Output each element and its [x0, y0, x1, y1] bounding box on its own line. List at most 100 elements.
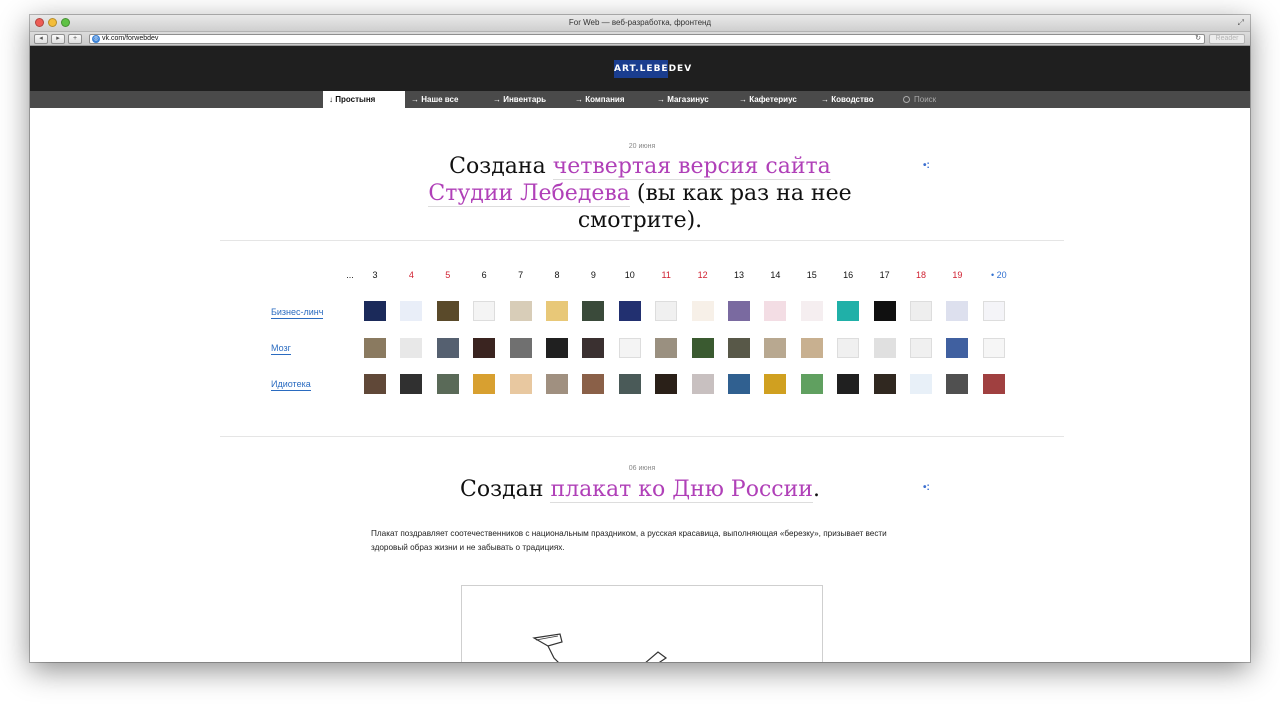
menu-item-prostynya[interactable]: ↓ Простыня: [323, 91, 405, 108]
thumbnail[interactable]: [509, 338, 532, 358]
row-label-idioteka[interactable]: Идиотека: [271, 379, 311, 391]
poster-image[interactable]: [461, 585, 823, 662]
poster-illustration: [532, 633, 668, 662]
thumbnail[interactable]: [655, 338, 678, 358]
thumbnail[interactable]: [473, 374, 496, 394]
calendar-day[interactable]: 4: [401, 270, 421, 280]
thumbnail[interactable]: [582, 338, 605, 358]
calendar-day[interactable]: 5: [438, 270, 458, 280]
address-bar[interactable]: ◎ vk.com/forwebdev ↻: [89, 34, 1205, 44]
menu-item-nashe-vse[interactable]: → Наше все: [405, 91, 487, 108]
fullscreen-icon[interactable]: ⤢: [1238, 18, 1244, 28]
row-label-mozg[interactable]: Мозг: [271, 343, 291, 355]
thumbnail[interactable]: [436, 338, 459, 358]
thumbnail[interactable]: [400, 338, 423, 358]
row-label-business-lunch[interactable]: Бизнес-линч: [271, 307, 324, 319]
thumbnail[interactable]: [509, 301, 532, 321]
calendar-day[interactable]: 15: [802, 270, 822, 280]
thumbnail[interactable]: [655, 374, 678, 394]
thumbnail[interactable]: [910, 301, 932, 321]
thumbnail[interactable]: [364, 301, 386, 321]
thumbnail[interactable]: [618, 338, 641, 358]
add-bookmark-button[interactable]: +: [68, 34, 82, 44]
calendar-day[interactable]: 11: [656, 270, 676, 280]
thumbnail[interactable]: [837, 374, 860, 394]
search-field[interactable]: Поиск: [903, 91, 936, 108]
calendar-day[interactable]: 13: [729, 270, 749, 280]
thumbnail[interactable]: [618, 374, 641, 394]
headline-prefix: Создан: [460, 477, 551, 502]
thumbnail[interactable]: [509, 374, 532, 394]
headline-link[interactable]: плакат ко Дню России: [550, 477, 813, 503]
site-logo[interactable]: ART.LEBEDEV: [614, 60, 691, 78]
forward-button[interactable]: ▸: [51, 34, 65, 44]
calendar-day[interactable]: 12: [693, 270, 713, 280]
thumbnail[interactable]: [655, 301, 678, 321]
thumbnail[interactable]: [728, 338, 750, 358]
calendar-ellipsis[interactable]: ...: [340, 270, 360, 280]
calendar-day[interactable]: 16: [838, 270, 858, 280]
thumbnail[interactable]: [728, 374, 750, 394]
thumbnail[interactable]: [546, 374, 568, 394]
thumbnail[interactable]: [800, 374, 823, 394]
calendar-day[interactable]: 9: [583, 270, 603, 280]
divider: [220, 240, 1064, 241]
calendar-day[interactable]: 10: [620, 270, 640, 280]
thumbnail[interactable]: [946, 301, 969, 321]
thumbnail[interactable]: [800, 338, 823, 358]
menu-item-magazinus[interactable]: → Магазинус: [651, 91, 733, 108]
menu-item-kovodstvo[interactable]: → Ководство: [815, 91, 897, 108]
thumbnail[interactable]: [691, 338, 714, 358]
thumbnail[interactable]: [582, 301, 605, 321]
thumbnail[interactable]: [764, 374, 787, 394]
thumbnail[interactable]: [618, 301, 641, 321]
calendar-day[interactable]: 8: [547, 270, 567, 280]
calendar-day[interactable]: 7: [511, 270, 531, 280]
reader-button[interactable]: Reader: [1209, 34, 1245, 44]
thumbnail[interactable]: [837, 338, 860, 358]
thumbnail[interactable]: [473, 338, 496, 358]
calendar-day[interactable]: 19: [947, 270, 967, 280]
calendar-day[interactable]: 6: [474, 270, 494, 280]
thumbnail[interactable]: [436, 374, 459, 394]
calendar-day[interactable]: 17: [875, 270, 895, 280]
thumbnail[interactable]: [691, 301, 714, 321]
thumbnail[interactable]: [910, 338, 932, 358]
calendar-day[interactable]: 14: [765, 270, 785, 280]
thumbnail[interactable]: [910, 374, 932, 394]
menu-item-kompaniya[interactable]: → Компания: [569, 91, 651, 108]
thumbnail[interactable]: [982, 374, 1005, 394]
thumbnail[interactable]: [473, 301, 496, 321]
thumbnail[interactable]: [364, 338, 386, 358]
thumbnail[interactable]: [946, 338, 969, 358]
thumbnail[interactable]: [400, 301, 423, 321]
calendar-day[interactable]: • 20: [984, 270, 1014, 280]
thumbnail[interactable]: [400, 374, 423, 394]
back-button[interactable]: ◂: [34, 34, 48, 44]
thumbnail[interactable]: [873, 338, 896, 358]
share-icon[interactable]: •:: [923, 482, 930, 493]
menu-item-kafeterius[interactable]: → Кафетериус: [733, 91, 815, 108]
thumbnail[interactable]: [546, 338, 568, 358]
thumbnail[interactable]: [873, 374, 896, 394]
thumbnail[interactable]: [764, 301, 787, 321]
thumbnail[interactable]: [728, 301, 750, 321]
menu-item-inventar[interactable]: → Инвентарь: [487, 91, 569, 108]
thumbnail[interactable]: [800, 301, 823, 321]
share-icon[interactable]: •:: [923, 160, 930, 171]
thumbnail[interactable]: [582, 374, 605, 394]
thumbnail[interactable]: [982, 301, 1005, 321]
thumbnail[interactable]: [946, 374, 969, 394]
title-bar: For Web — веб-разработка, фронтенд ⤢: [30, 15, 1250, 32]
thumbnail[interactable]: [436, 301, 459, 321]
thumbnail[interactable]: [364, 374, 386, 394]
thumbnail[interactable]: [982, 338, 1005, 358]
reload-icon[interactable]: ↻: [1195, 35, 1201, 43]
calendar-day[interactable]: 18: [911, 270, 931, 280]
thumbnail[interactable]: [764, 338, 787, 358]
thumbnail[interactable]: [546, 301, 568, 321]
thumbnail[interactable]: [873, 301, 896, 321]
calendar-day[interactable]: 3: [365, 270, 385, 280]
thumbnail[interactable]: [691, 374, 714, 394]
thumbnail[interactable]: [837, 301, 860, 321]
